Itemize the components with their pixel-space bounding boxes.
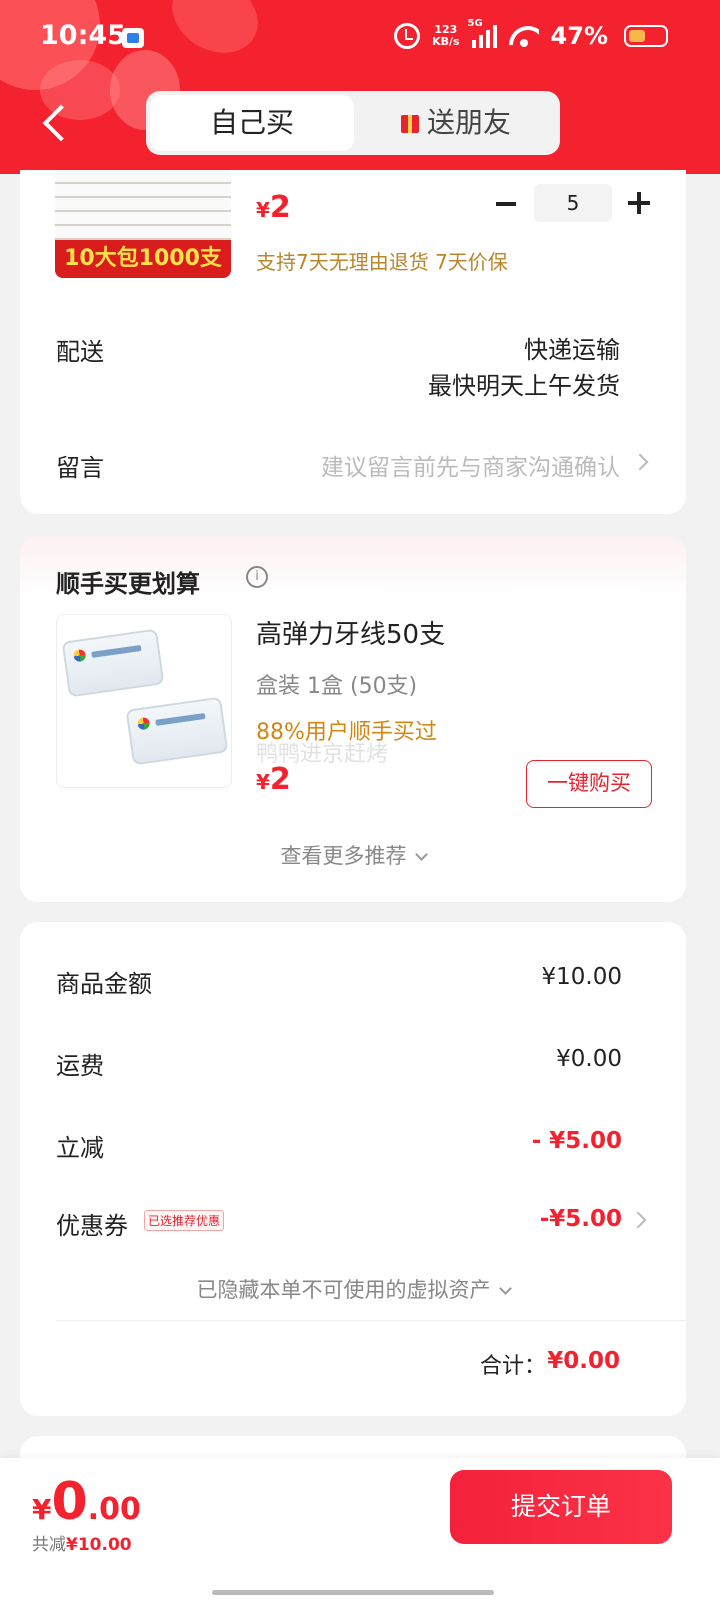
goods-amount-label: 商品金额 xyxy=(56,970,152,998)
status-bar: 10:45 123 KB/s 5G 47% xyxy=(0,0,720,76)
home-indicator[interactable] xyxy=(212,1590,494,1595)
back-button[interactable] xyxy=(36,100,76,146)
recommend-item-image[interactable] xyxy=(56,614,232,788)
recommend-title: 顺手买更划算 xyxy=(56,570,200,598)
delivery-method: 快递运输 xyxy=(524,336,620,364)
product-image-banner: 10大包1000支 xyxy=(55,240,231,278)
battery-percent: 47% xyxy=(550,22,608,50)
chevron-down-icon xyxy=(498,1282,512,1295)
recommend-item-spec: 盒装 1盒 (50支) xyxy=(256,674,418,699)
coupon-tag: 已选推荐优惠 xyxy=(144,1210,225,1231)
alarm-icon xyxy=(394,23,421,49)
one-click-buy-button[interactable]: 一键购买 xyxy=(526,760,652,808)
message-label: 留言 xyxy=(56,454,104,482)
hidden-assets-toggle[interactable]: 已隐藏本单不可使用的虚拟资产 xyxy=(20,1274,686,1304)
quantity-stepper: 5 xyxy=(490,184,660,224)
network-type: 5G xyxy=(467,18,483,29)
message-input[interactable]: 建议留言前先与商家沟通确认 xyxy=(321,448,620,482)
divider xyxy=(56,1320,686,1321)
product-image[interactable]: 10大包1000支 xyxy=(55,170,231,278)
battery-icon xyxy=(624,25,668,47)
total-saved: 共减¥10.00 xyxy=(32,1535,132,1555)
status-time: 10:45 xyxy=(40,20,126,51)
total-value: ¥0.00 xyxy=(547,1348,620,1374)
increase-quantity-button[interactable] xyxy=(628,192,650,214)
more-recommendations-label: 查看更多推荐 xyxy=(280,844,407,868)
hidden-assets-label: 已隐藏本单不可使用的虚拟资产 xyxy=(196,1278,491,1302)
payable-amount: ¥0.00 xyxy=(32,1472,141,1532)
coupon-chevron-icon[interactable] xyxy=(629,1211,647,1229)
signal-icon: 5G xyxy=(468,18,497,48)
gift-icon xyxy=(400,115,419,133)
purchase-mode-switch: 自己买 送朋友 xyxy=(146,91,560,155)
coupon-label: 优惠券 xyxy=(56,1212,128,1240)
instant-discount-value: - ¥5.00 xyxy=(531,1128,622,1154)
price-summary-card: 商品金额 ¥10.00 运费 ¥0.00 立减 - ¥5.00 优惠券 已选推荐… xyxy=(20,922,686,1416)
wifi-icon xyxy=(509,24,539,48)
more-recommendations-link[interactable]: 查看更多推荐 xyxy=(20,840,686,870)
decrease-quantity-button[interactable] xyxy=(496,202,516,206)
notification-app-icon xyxy=(122,28,144,48)
chevron-down-icon xyxy=(414,848,428,861)
floss-box-image xyxy=(61,628,165,698)
coupon-value[interactable]: -¥5.00 xyxy=(540,1206,622,1232)
delivery-time: 最快明天上午发货 xyxy=(428,372,620,400)
net-speed: 123 KB/s xyxy=(432,23,460,48)
tab-send-to-friend[interactable]: 送朋友 xyxy=(356,95,556,151)
bottom-checkout-bar: ¥0.00 共减¥10.00 提交订单 xyxy=(0,1458,720,1600)
quantity-field[interactable]: 5 xyxy=(534,184,612,222)
goods-amount-value: ¥10.00 xyxy=(541,964,622,990)
tab-send-to-friend-label: 送朋友 xyxy=(426,106,511,139)
floss-box-image xyxy=(125,696,229,766)
message-chevron-icon xyxy=(631,453,649,471)
tab-buy-for-self[interactable]: 自己买 xyxy=(150,95,354,151)
shipping-label: 运费 xyxy=(56,1052,104,1080)
submit-order-button[interactable]: 提交订单 xyxy=(450,1470,672,1544)
delivery-label: 配送 xyxy=(56,338,104,366)
guarantee-text: 支持7天无理由退货 7天价保 xyxy=(256,250,508,274)
product-card: 10大包1000支 ¥2 5 支持7天无理由退货 7天价保 配送 快递运输 最快… xyxy=(20,170,686,514)
status-icons: 123 KB/s 5G 47% xyxy=(394,18,668,50)
info-icon[interactable]: i xyxy=(246,566,268,588)
recommend-item-price: ¥2 xyxy=(256,762,291,797)
instant-discount-label: 立减 xyxy=(56,1134,104,1162)
recommend-card: 顺手买更划算 i 高弹力牙线50支 盒装 1盒 (50支) 88%用户顺手买过 … xyxy=(20,536,686,902)
total-label: 合计： xyxy=(480,1354,547,1379)
shipping-value: ¥0.00 xyxy=(556,1046,622,1072)
recommend-item-name[interactable]: 高弹力牙线50支 xyxy=(256,614,445,651)
product-image-stack xyxy=(55,170,231,240)
product-price: ¥2 xyxy=(256,190,291,225)
header: 10:45 123 KB/s 5G 47% 自己买 送朋友 xyxy=(0,0,720,174)
